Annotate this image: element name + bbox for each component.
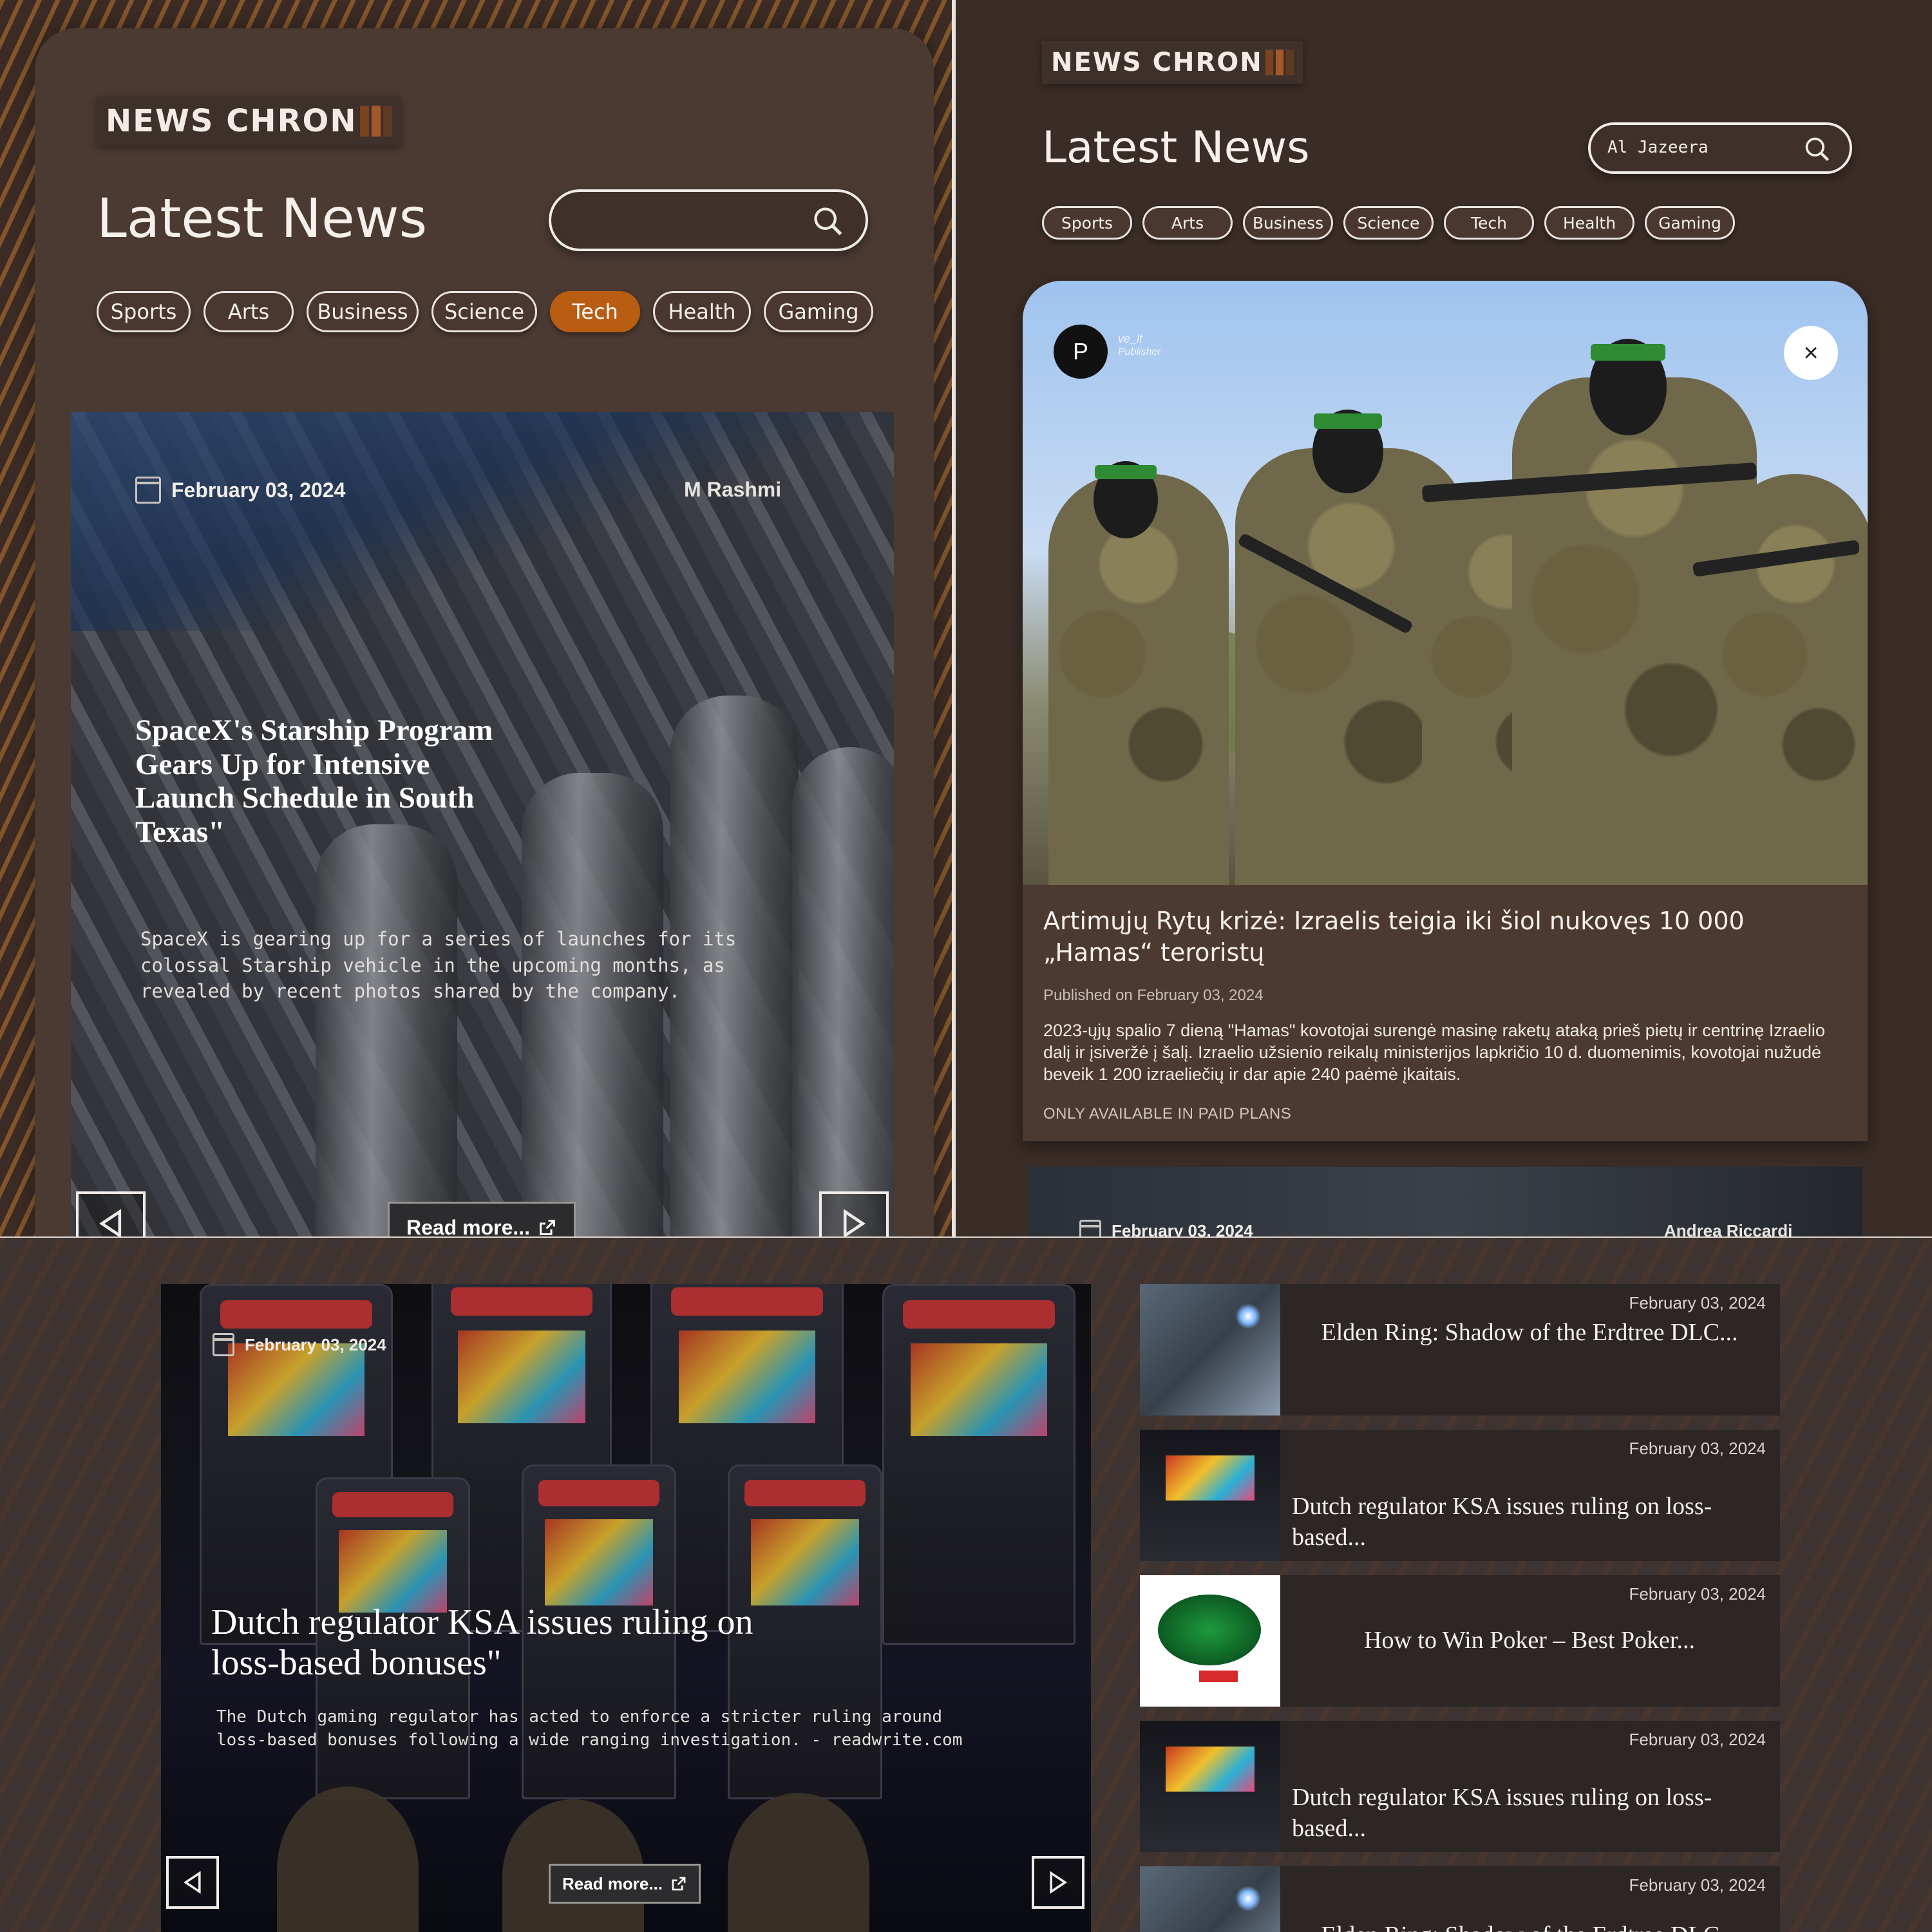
brand-logo[interactable]: NEWS CHRON bbox=[97, 97, 401, 146]
list-item-date: February 03, 2024 bbox=[1629, 1875, 1766, 1895]
category-chip-arts[interactable]: Arts bbox=[204, 291, 294, 332]
article-summary: SpaceX is gearing up for a series of lau… bbox=[140, 928, 737, 1003]
list-item-date: February 03, 2024 bbox=[1629, 1439, 1766, 1458]
category-chip-arts[interactable]: Arts bbox=[1142, 206, 1233, 240]
next-article-date: February 03, 2024 bbox=[1079, 1220, 1253, 1238]
list-item-date: February 03, 2024 bbox=[1629, 1293, 1766, 1312]
article-title[interactable]: Dutch regulator KSA issues ruling on los… bbox=[211, 1602, 804, 1683]
article-modal: P ve_lt Publisher × Artimųjų Rytų krizė:… bbox=[1023, 281, 1868, 1141]
search-input[interactable] bbox=[549, 189, 868, 251]
category-chip-sports[interactable]: Sports bbox=[1042, 206, 1132, 240]
next-article-date-text: February 03, 2024 bbox=[1112, 1220, 1253, 1238]
category-chip-tech[interactable]: Tech bbox=[550, 291, 640, 332]
close-icon: × bbox=[1803, 338, 1819, 367]
calendar-icon bbox=[1079, 1220, 1101, 1238]
category-chip-tech[interactable]: Tech bbox=[1444, 206, 1534, 240]
brand-logo-text: NEWS CHRON bbox=[106, 103, 357, 139]
search-query: Al Jazeera bbox=[1607, 138, 1709, 157]
page-title: Latest News bbox=[97, 187, 428, 250]
article-thumbnail bbox=[1140, 1284, 1280, 1416]
close-button[interactable]: × bbox=[1784, 326, 1838, 380]
article-title: Artimųjų Rytų krizė: Izraelis teigia iki… bbox=[1043, 907, 1745, 967]
screen-c: February 03, 2024 Dutch regulator KSA is… bbox=[0, 1238, 1932, 1932]
external-link-icon bbox=[540, 1220, 556, 1235]
article-date: February 03, 2024 bbox=[135, 477, 345, 504]
list-item[interactable]: February 03, 2024 Dutch regulator KSA iss… bbox=[1140, 1721, 1780, 1852]
category-chip-science[interactable]: Science bbox=[1343, 206, 1434, 240]
category-chip-health[interactable]: Health bbox=[653, 291, 751, 332]
category-chip-gaming[interactable]: Gaming bbox=[764, 291, 873, 332]
publisher-avatar[interactable]: P bbox=[1054, 325, 1108, 379]
article-author: M Rashmi bbox=[684, 478, 782, 501]
prev-arrow-icon bbox=[99, 1209, 122, 1238]
read-more-label: Read more... bbox=[562, 1873, 663, 1893]
article-thumbnail bbox=[1140, 1721, 1280, 1852]
brand-logo-text: NEWS CHRON bbox=[1051, 48, 1263, 77]
screen-b: NEWS CHRON Latest News Al Jazeera Sports… bbox=[956, 0, 1932, 1238]
read-more-label: Read more... bbox=[406, 1215, 531, 1238]
list-item[interactable]: February 03, 2024 Elden Ring: Shadow of t… bbox=[1140, 1284, 1780, 1416]
published-date: Published on February 03, 2024 bbox=[1043, 987, 1264, 1004]
category-chip-sports[interactable]: Sports bbox=[97, 291, 191, 332]
list-item-date: February 03, 2024 bbox=[1629, 1730, 1766, 1749]
list-item[interactable]: February 03, 2024 How to Win Poker – Best… bbox=[1140, 1575, 1780, 1707]
list-item-title: Elden Ring: Shadow of the Erdtree DLC... bbox=[1292, 1920, 1767, 1932]
article-thumbnail bbox=[1140, 1866, 1280, 1932]
brand-logo[interactable]: NEWS CHRON bbox=[1042, 41, 1303, 84]
prev-arrow-icon bbox=[183, 1871, 201, 1894]
search-icon[interactable] bbox=[811, 205, 845, 238]
paid-plan-note: ONLY AVAILABLE IN PAID PLANS bbox=[1043, 1105, 1292, 1122]
category-chip-business[interactable]: Business bbox=[1243, 206, 1333, 240]
category-chip-business[interactable]: Business bbox=[307, 291, 419, 332]
article-date: February 03, 2024 bbox=[213, 1333, 386, 1356]
publisher-role: Publisher bbox=[1118, 346, 1161, 357]
article-body: 2023-ųjų spalio 7 dieną "Hamas" kovotoja… bbox=[1043, 1021, 1825, 1084]
screen-a: NEWS CHRON Latest News Sports Arts Busines… bbox=[0, 0, 952, 1238]
article-date-text: February 03, 2024 bbox=[245, 1334, 386, 1354]
article-summary: The Dutch gaming regulator has acted to … bbox=[216, 1707, 963, 1750]
list-item-date: February 03, 2024 bbox=[1629, 1584, 1766, 1604]
next-button[interactable] bbox=[819, 1191, 889, 1238]
list-item-title: Dutch regulator KSA issues ruling on los… bbox=[1292, 1493, 1712, 1551]
list-item-title: Dutch regulator KSA issues ruling on los… bbox=[1292, 1784, 1712, 1842]
category-chips: Sports Arts Business Science Tech Health Gamin… bbox=[97, 291, 873, 332]
category-chip-health[interactable]: Health bbox=[1544, 206, 1634, 240]
list-item[interactable]: February 03, 2024 Elden Ring: Shadow of t… bbox=[1140, 1866, 1780, 1932]
search-input[interactable]: Al Jazeera bbox=[1588, 122, 1852, 174]
prev-button[interactable] bbox=[76, 1191, 146, 1238]
next-button[interactable] bbox=[1032, 1856, 1084, 1909]
list-item[interactable]: February 03, 2024 Dutch regulator KSA iss… bbox=[1140, 1430, 1780, 1561]
category-chip-gaming[interactable]: Gaming bbox=[1645, 206, 1735, 240]
external-link-icon bbox=[672, 1877, 686, 1891]
list-item-title: How to Win Poker – Best Poker... bbox=[1364, 1627, 1695, 1654]
read-more-button[interactable]: Read more... bbox=[549, 1864, 701, 1904]
prev-button[interactable] bbox=[166, 1856, 219, 1909]
brand-logo-mark bbox=[1265, 50, 1294, 75]
article-title[interactable]: SpaceX's Starship Program Gears Up for I… bbox=[135, 714, 535, 849]
category-chips: Sports Arts Business Science Tech Health Gamin… bbox=[1042, 206, 1735, 240]
article-thumbnail bbox=[1140, 1430, 1280, 1561]
page-title: Latest News bbox=[1042, 122, 1310, 173]
article-photo bbox=[1023, 281, 1868, 885]
calendar-icon bbox=[213, 1333, 234, 1356]
brand-logo-mark bbox=[359, 106, 392, 137]
article-thumbnail bbox=[1140, 1575, 1280, 1707]
next-article-preview[interactable]: February 03, 2024 Andrea Riccardi bbox=[1028, 1167, 1862, 1238]
publisher-name: ve_lt bbox=[1118, 332, 1143, 345]
read-more-button[interactable]: Read more... bbox=[388, 1202, 576, 1238]
article-date-text: February 03, 2024 bbox=[171, 478, 346, 502]
search-icon[interactable] bbox=[1803, 135, 1832, 164]
next-article-author: Andrea Riccardi bbox=[1664, 1221, 1793, 1238]
next-arrow-icon bbox=[1050, 1871, 1068, 1894]
category-chip-science[interactable]: Science bbox=[431, 291, 537, 332]
next-arrow-icon bbox=[843, 1209, 866, 1238]
calendar-icon bbox=[135, 477, 161, 504]
list-item-title: Elden Ring: Shadow of the Erdtree DLC... bbox=[1321, 1319, 1738, 1346]
